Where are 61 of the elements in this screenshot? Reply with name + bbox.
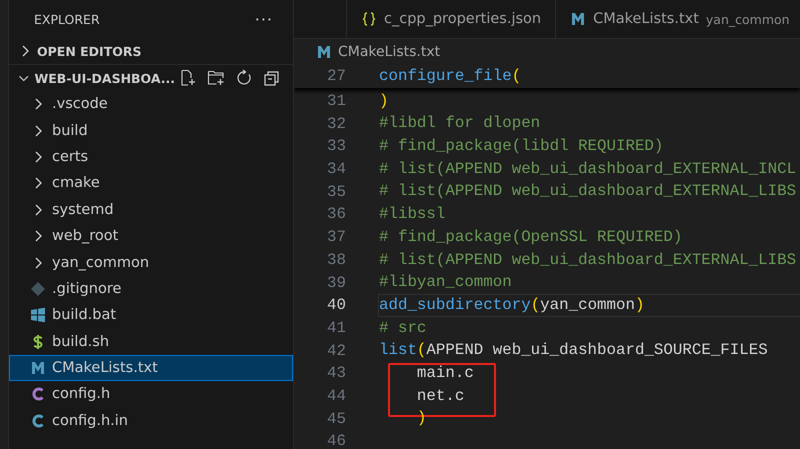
line-number: 36 (326, 205, 346, 224)
explorer-title: EXPLORER (34, 12, 100, 26)
code-line: configure_file( (378, 66, 522, 87)
line-number: 46 (326, 432, 346, 449)
line-number: 34 (326, 160, 346, 178)
line-number: 42 (326, 342, 346, 360)
windows-icon (30, 307, 46, 324)
line-number: 43 (326, 364, 346, 382)
code-line: #libssl (378, 204, 446, 226)
code-line: # list(APPEND web_ui_dashboard_EXTERNAL_LIBS (378, 181, 798, 202)
code-line: # find_package(libdl REQUIRED) (378, 136, 664, 158)
c-letter-icon (30, 386, 46, 402)
section-header[interactable]: OPEN EDITORS (9, 38, 293, 64)
code-line: main.c (416, 362, 475, 384)
line-number: 37 (326, 228, 346, 246)
code-line: # src (378, 318, 428, 339)
line-number: 45 (326, 410, 346, 428)
line-number: 33 (326, 137, 346, 156)
folder-item[interactable]: .vscode (9, 91, 293, 118)
line-number: 27 (326, 67, 346, 86)
code-line: # find_package(OpenSSL REQUIRED) (378, 226, 684, 248)
line-number: 41 (326, 318, 346, 337)
diamond-icon (30, 280, 46, 297)
folder-item[interactable]: cmake (9, 170, 293, 197)
line-number: 38 (326, 250, 346, 269)
breadcrumb-item[interactable]: CMakeLists.txt (294, 39, 800, 65)
line-number: 31 (326, 92, 346, 110)
code-line: #libdl for dlopen (378, 113, 542, 134)
collapse-all-icon[interactable] (263, 69, 281, 87)
c-letter-icon (30, 412, 46, 429)
file-item[interactable]: config.h.in (9, 408, 293, 434)
folder-item[interactable]: web_root (9, 222, 293, 250)
new-file-icon[interactable] (179, 69, 197, 87)
more-actions-button[interactable]: ··· (254, 10, 273, 28)
folder-item[interactable]: yan_common (9, 249, 293, 276)
line-number: 32 (326, 114, 346, 133)
line-number: 40 (326, 296, 346, 314)
folder-item[interactable]: certs (9, 144, 293, 170)
new-folder-icon[interactable] (207, 69, 225, 87)
file-item[interactable]: .gitignore (9, 276, 293, 302)
code-line: # list(APPEND web_ui_dashboard_EXTERNAL_INCL (378, 158, 798, 180)
m-letter-icon (570, 11, 586, 27)
braces-icon (361, 11, 377, 27)
code-line: ) (378, 90, 390, 112)
line-number: 44 (326, 386, 346, 405)
line-number: 35 (326, 182, 346, 201)
m-letter-icon (316, 44, 332, 60)
folder-item[interactable]: build (9, 117, 293, 144)
file-item[interactable]: build.sh (9, 328, 293, 355)
line-number: 39 (326, 274, 346, 292)
code-line: list(APPEND web_ui_dashboard_SOURCE_FILES (378, 340, 769, 362)
m-letter-icon (30, 360, 46, 376)
folder-item[interactable]: systemd (9, 196, 293, 223)
code-line: net.c (416, 386, 466, 407)
file-item[interactable]: CMakeLists.txt (9, 354, 293, 382)
file-item[interactable]: config.h (9, 381, 293, 408)
code-line: # list(APPEND web_ui_dashboard_EXTERNAL_LIBS (378, 250, 798, 270)
refresh-icon[interactable] (235, 69, 253, 87)
file-item[interactable]: build.bat (9, 302, 293, 329)
section-header[interactable]: WEB-UI-DASHBOA... (9, 64, 293, 91)
code-line: #libyan_common (378, 272, 513, 294)
